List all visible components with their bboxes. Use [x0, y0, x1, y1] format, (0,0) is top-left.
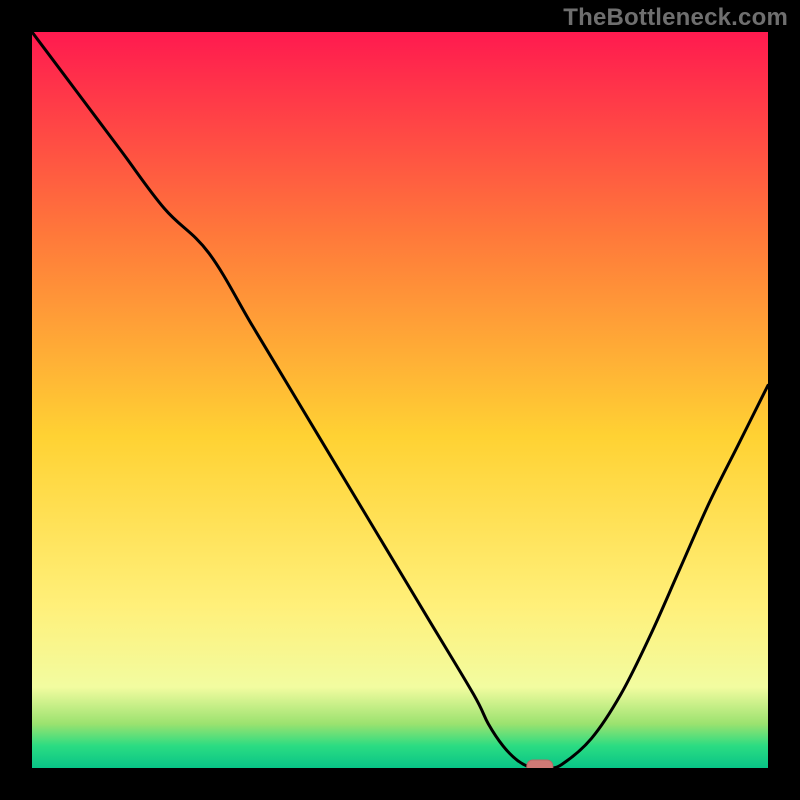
gradient-background	[32, 32, 768, 768]
optimal-marker	[527, 760, 553, 768]
chart-svg	[32, 32, 768, 768]
watermark-text: TheBottleneck.com	[563, 4, 788, 32]
chart-frame: TheBottleneck.com	[0, 0, 800, 800]
plot-area	[32, 32, 768, 768]
